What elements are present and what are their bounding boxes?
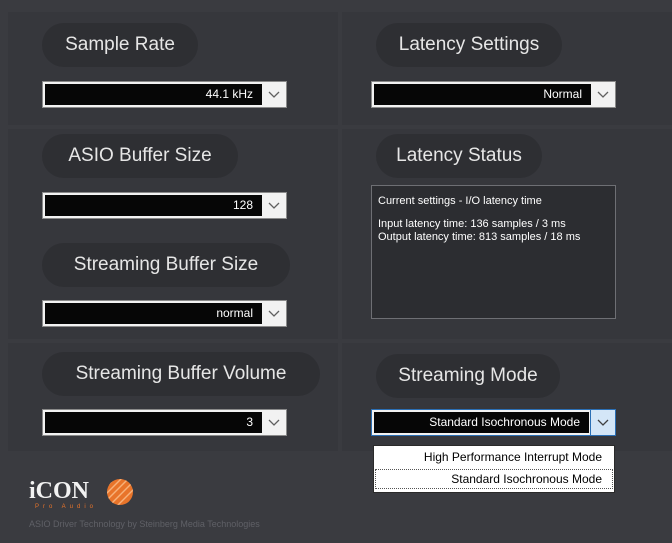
streaming-buffer-size-title: Streaming Buffer Size xyxy=(42,243,290,287)
latency-settings-value: Normal xyxy=(374,84,591,105)
dropdown-option-high-performance[interactable]: High Performance Interrupt Mode xyxy=(374,446,614,468)
streaming-buffer-size-value: normal xyxy=(45,303,262,324)
logo-tagline: Pro Audio xyxy=(35,504,98,510)
latency-status-line1: Current settings - I/O latency time xyxy=(378,195,542,207)
streaming-mode-dropdown: High Performance Interrupt Mode Standard… xyxy=(373,445,615,493)
streaming-buffer-volume-value: 3 xyxy=(45,412,262,433)
chevron-down-icon[interactable] xyxy=(262,301,286,326)
chevron-down-icon[interactable] xyxy=(262,82,286,107)
sample-rate-select[interactable]: 44.1 kHz xyxy=(42,81,287,108)
asio-buffer-title: ASIO Buffer Size xyxy=(42,134,238,178)
latency-status-box: Current settings - I/O latency time Inpu… xyxy=(371,185,616,319)
streaming-mode-value: Standard Isochronous Mode xyxy=(374,412,589,433)
latency-status-line2: Input latency time: 136 samples / 3 ms xyxy=(378,218,566,230)
icon-logo: iCON Pro Audio xyxy=(29,476,159,516)
chevron-down-icon[interactable] xyxy=(262,193,286,218)
latency-settings-select[interactable]: Normal xyxy=(371,81,616,108)
asio-buffer-select[interactable]: 128 xyxy=(42,192,287,219)
streaming-buffer-volume-title: Streaming Buffer Volume xyxy=(42,352,320,396)
asio-buffer-value: 128 xyxy=(45,195,262,216)
streaming-mode-title: Streaming Mode xyxy=(376,354,560,398)
logo-orange-disc-icon xyxy=(107,479,133,505)
logo-wordmark: iCON xyxy=(29,478,89,504)
latency-status-line3: Output latency time: 813 samples / 18 ms xyxy=(378,231,581,243)
streaming-mode-select[interactable]: Standard Isochronous Mode xyxy=(371,409,616,436)
sample-rate-title: Sample Rate xyxy=(42,23,198,67)
chevron-down-icon[interactable] xyxy=(262,410,286,435)
chevron-down-icon[interactable] xyxy=(590,410,615,435)
sample-rate-value: 44.1 kHz xyxy=(45,84,262,105)
footer-credit: ASIO Driver Technology by Steinberg Medi… xyxy=(29,519,260,529)
latency-status-title: Latency Status xyxy=(376,134,542,178)
dropdown-option-standard-isochronous[interactable]: Standard Isochronous Mode xyxy=(374,468,614,490)
streaming-buffer-volume-select[interactable]: 3 xyxy=(42,409,287,436)
chevron-down-icon[interactable] xyxy=(591,82,615,107)
latency-settings-title: Latency Settings xyxy=(376,23,562,67)
streaming-buffer-size-select[interactable]: normal xyxy=(42,300,287,327)
